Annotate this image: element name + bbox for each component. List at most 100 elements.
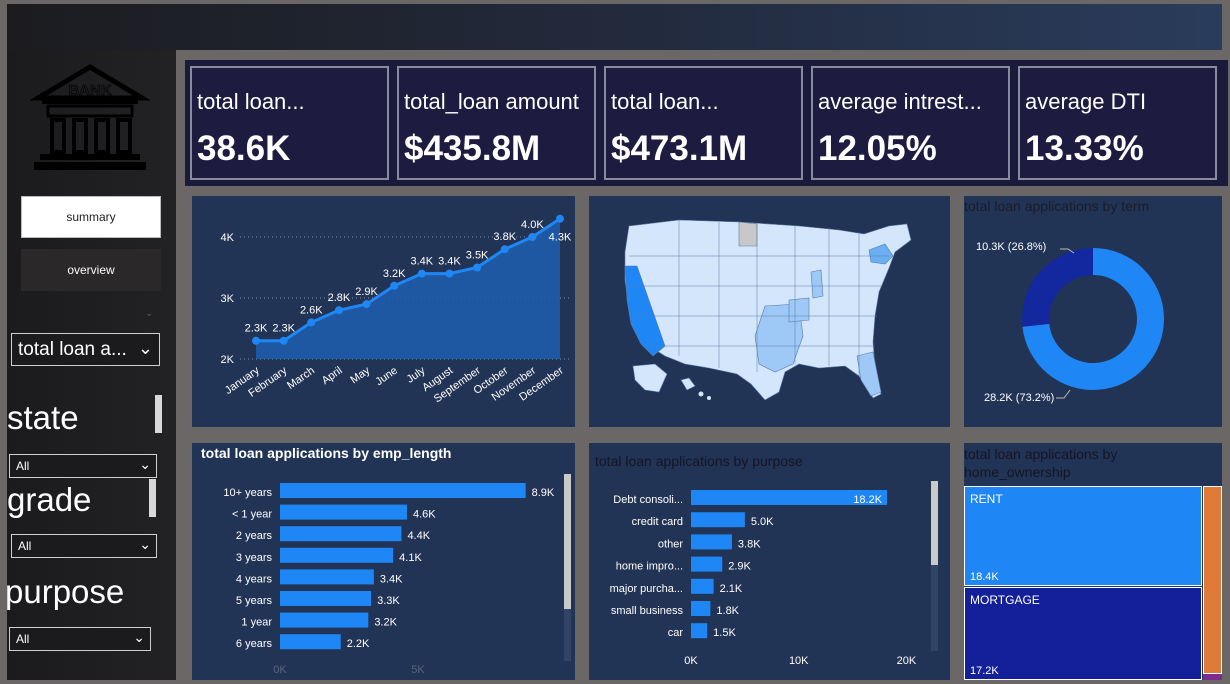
data-label: 3.5K — [466, 250, 489, 262]
bar — [280, 612, 369, 628]
bar — [280, 526, 402, 542]
treemap-cell-mortgage[interactable]: MORTGAGE 17.2K — [964, 587, 1202, 680]
treemap-cell-label: RENT — [970, 492, 1003, 506]
term-donut-panel[interactable]: total loan applications by term 10.3K (2… — [964, 196, 1222, 427]
purpose-panel[interactable]: total loan applications by purpose Debt … — [589, 443, 950, 680]
kpi-card-total-applications[interactable]: total loan... 38.6K — [190, 66, 389, 180]
bar — [280, 504, 407, 520]
data-label: 3.2K — [374, 617, 397, 629]
kpi-label: total loan... — [197, 89, 305, 114]
treemap-cell-value: 17.2K — [970, 665, 999, 677]
data-label: 4.1K — [399, 552, 422, 564]
emp-length-panel[interactable]: total loan applications by emp_length 10… — [192, 443, 575, 680]
data-label: 3.2K — [383, 268, 406, 280]
donut-slice — [1022, 248, 1093, 327]
y-tick-label: 2K — [221, 354, 235, 366]
bar — [691, 556, 723, 572]
bar — [691, 578, 714, 594]
kpi-value: $473.1M — [611, 129, 748, 168]
monthly-trend-panel[interactable]: 2K 3K 4K 2.3K January 2.3K February 2.6K March 2.… — [192, 196, 575, 427]
home-ownership-panel[interactable]: total loan applications by home_ownershi… — [964, 443, 1222, 680]
purpose-dropdown[interactable]: All ⌄ — [9, 627, 151, 651]
data-point — [279, 336, 288, 345]
data-point — [362, 300, 371, 309]
kpi-card-total-loan-received[interactable]: total loan... $473.1M — [604, 66, 803, 180]
leader-line — [1056, 389, 1071, 399]
treemap-cell-other[interactable] — [1203, 486, 1222, 674]
category-label: other — [658, 538, 683, 550]
state-dropdown-value: All — [16, 459, 30, 473]
purpose-dropdown-value: All — [16, 632, 30, 646]
bar — [280, 547, 394, 563]
category-label: 1 year — [241, 617, 272, 629]
chevron-down-icon: ⌄ — [139, 536, 151, 552]
data-point — [252, 336, 260, 345]
data-point — [445, 269, 454, 278]
bar — [280, 591, 372, 606]
measure-select-value: total loan a... — [18, 338, 127, 360]
data-label: 2.6K — [300, 304, 323, 316]
state-map-panel[interactable] — [589, 196, 950, 427]
data-point — [334, 306, 343, 315]
us-states-map-icon — [624, 219, 912, 401]
data-label: 3.4K — [410, 256, 433, 268]
data-label: 2.9K — [728, 561, 751, 573]
data-point — [556, 214, 564, 223]
grade-slicer-scrollbar[interactable] — [149, 479, 156, 517]
bar — [691, 512, 745, 528]
state-dropdown[interactable]: All ⌄ — [9, 454, 157, 478]
state-slicer-scrollbar[interactable] — [155, 395, 162, 433]
measure-select[interactable]: total loan a... ⌄ — [11, 333, 160, 366]
summary-nav-button[interactable]: summary — [21, 196, 161, 238]
emp-length-scrollbar-thumb[interactable] — [564, 474, 571, 609]
treemap-cell-rent[interactable]: RENT 18.4K — [964, 486, 1202, 586]
treemap-cell-value: 18.4K — [970, 571, 999, 583]
category-label: major purcha... — [610, 583, 683, 595]
data-point — [500, 245, 509, 254]
data-label: 3.8K — [493, 231, 516, 243]
category-label: 4 years — [236, 573, 273, 585]
data-point — [307, 318, 316, 327]
chevron-down-icon: ⌄ — [145, 308, 154, 319]
logo-text: BANK — [68, 82, 111, 99]
bar — [280, 634, 341, 650]
bar — [691, 623, 708, 639]
purpose-slicer-title: purpose — [5, 573, 125, 610]
treemap-cell-own[interactable] — [1203, 674, 1222, 680]
kpi-label: total loan... — [611, 89, 719, 114]
category-label: 3 years — [236, 552, 273, 564]
data-point — [473, 263, 482, 272]
kpi-card-average-dti[interactable]: average DTI 13.33% — [1018, 66, 1217, 180]
category-label: 10+ years — [223, 487, 272, 499]
data-label: 4.6K — [413, 509, 436, 521]
x-tick-label: 10K — [789, 655, 809, 667]
x-tick-label: 20K — [897, 655, 917, 667]
data-label: 18.2K — [853, 494, 882, 506]
data-label: 3.3K — [377, 595, 400, 607]
data-label: 2.9K — [355, 286, 378, 298]
data-label: 28.2K (73.2%) — [984, 392, 1054, 404]
category-label: 5 years — [236, 595, 273, 607]
purpose-bar-chart: Debt consoli... 18.2K credit card 5.0K other… — [610, 490, 917, 667]
overview-nav-button[interactable]: overview — [21, 249, 161, 291]
state-slicer-title: state — [7, 399, 79, 436]
kpi-card-average-interest[interactable]: average intrest... 12.05% — [811, 66, 1010, 180]
kpi-card-total-loan-amount[interactable]: total_loan amount $435.8M — [397, 66, 596, 180]
x-tick-label: June — [373, 365, 399, 389]
category-label: 2 years — [236, 530, 273, 542]
x-tick-label: 0K — [273, 664, 287, 676]
grade-dropdown[interactable]: All ⌄ — [11, 534, 157, 558]
x-tick-label: May — [348, 364, 372, 386]
bar — [280, 569, 374, 585]
purpose-scrollbar-thumb[interactable] — [931, 481, 938, 565]
data-label: 1.8K — [716, 605, 739, 617]
kpi-label: average DTI — [1025, 89, 1147, 114]
category-label: < 1 year — [232, 509, 272, 521]
data-label: 8.9K — [532, 487, 555, 499]
x-tick-label: 0K — [684, 655, 698, 667]
category-label: Debt consoli... — [613, 494, 683, 506]
category-label: home impro... — [616, 561, 683, 573]
data-label: 1.5K — [713, 627, 736, 639]
y-tick-label: 3K — [221, 293, 235, 305]
category-label: car — [668, 627, 684, 639]
